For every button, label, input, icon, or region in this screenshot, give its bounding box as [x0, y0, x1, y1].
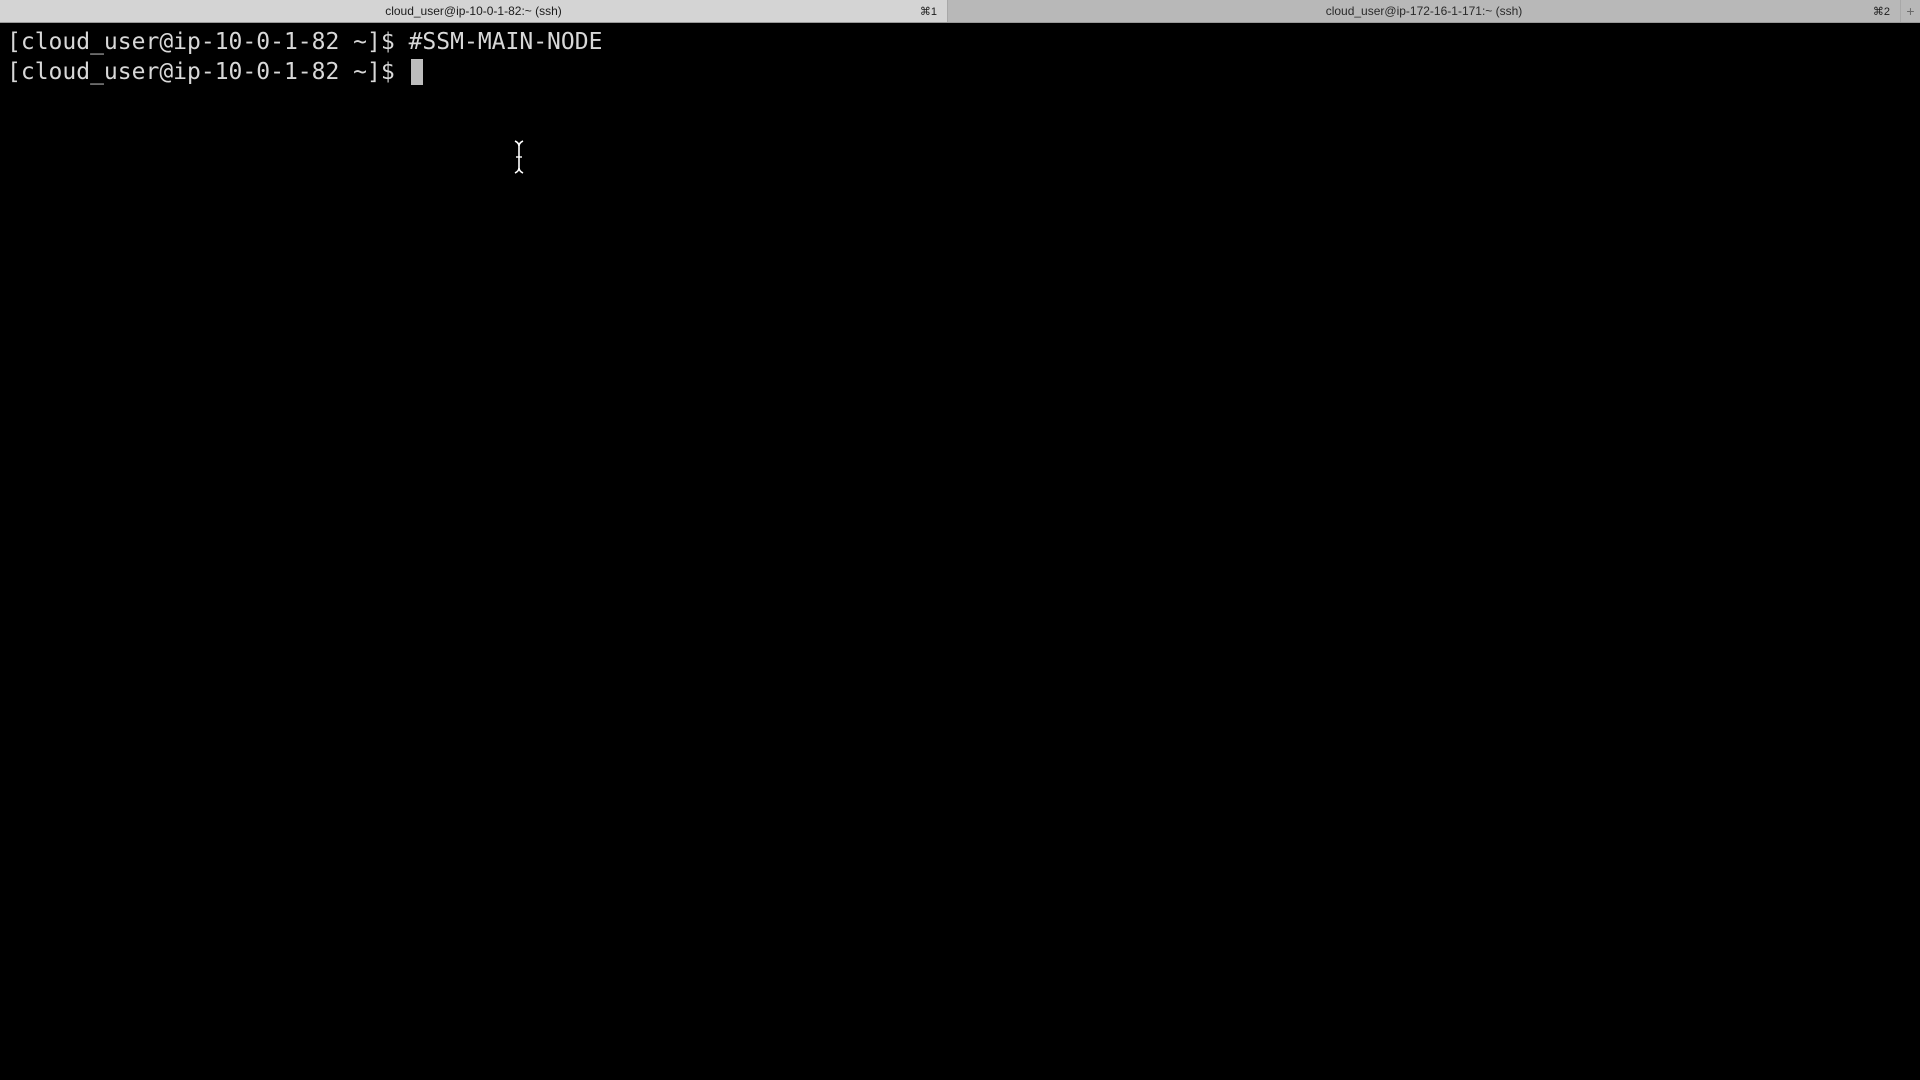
command-text: #SSM-MAIN-NODE [408, 29, 603, 55]
tab-title: cloud_user@ip-10-0-1-82:~ (ssh) [385, 4, 562, 18]
tab-shortcut: ⌘1 [919, 5, 937, 18]
new-tab-button[interactable]: + [1900, 0, 1920, 22]
tab-title: cloud_user@ip-172-16-1-171:~ (ssh) [1325, 4, 1523, 18]
tab-shortcut: ⌘2 [1872, 5, 1890, 18]
plus-icon: + [1906, 3, 1915, 19]
shell-prompt: [cloud_user@ip-10-0-1-82 ~]$ [7, 29, 409, 55]
ibeam-cursor-icon [514, 140, 524, 174]
tab-ssh-second-node[interactable]: cloud_user@ip-172-16-1-171:~ (ssh) ⌘2 [948, 0, 1900, 22]
terminal-line: [cloud_user@ip-10-0-1-82 ~]$ [7, 57, 1913, 87]
terminal-line: [cloud_user@ip-10-0-1-82 ~]$ #SSM-MAIN-N… [7, 27, 1913, 57]
tab-bar: cloud_user@ip-10-0-1-82:~ (ssh) ⌘1 cloud… [0, 0, 1920, 23]
text-cursor [410, 59, 423, 85]
tab-ssh-main-node[interactable]: cloud_user@ip-10-0-1-82:~ (ssh) ⌘1 [0, 0, 948, 22]
shell-prompt: [cloud_user@ip-10-0-1-82 ~]$ [7, 59, 409, 85]
terminal-pane[interactable]: [cloud_user@ip-10-0-1-82 ~]$ #SSM-MAIN-N… [0, 23, 1920, 1080]
